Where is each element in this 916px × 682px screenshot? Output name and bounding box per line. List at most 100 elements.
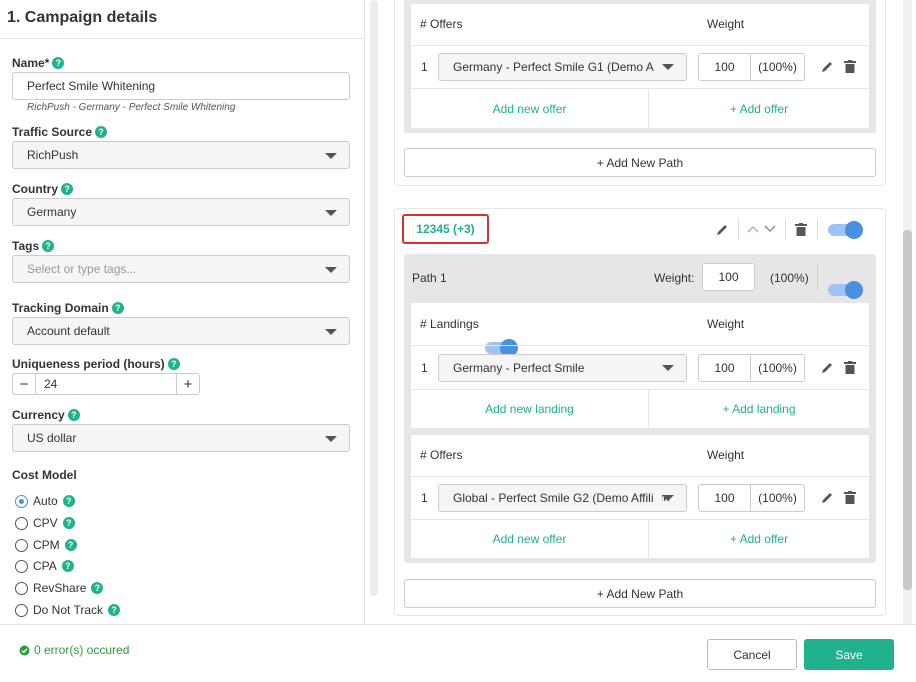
- path-label: Path 1: [412, 271, 447, 285]
- help-icon[interactable]: ?: [167, 358, 180, 370]
- path-weight-input[interactable]: 100: [702, 263, 755, 291]
- edit-icon[interactable]: [819, 489, 835, 505]
- help-icon[interactable]: ?: [62, 495, 75, 507]
- name-hint: RichPush - Germany - Perfect Smile White…: [27, 102, 236, 113]
- weight-input[interactable]: 100: [698, 484, 751, 512]
- add-offer-link[interactable]: + Add offer: [649, 89, 869, 128]
- chevron-down-icon: [325, 210, 337, 216]
- weight-percent: (100%): [751, 354, 805, 382]
- save-button[interactable]: Save: [804, 639, 894, 670]
- add-new-landing-link[interactable]: Add new landing: [411, 390, 648, 428]
- help-icon[interactable]: ?: [95, 126, 108, 138]
- chevron-down-icon: [662, 365, 674, 371]
- path-toggle[interactable]: [828, 281, 863, 299]
- radio-do-not-track[interactable]: Do Not Track ?: [15, 603, 121, 617]
- help-icon[interactable]: ?: [67, 409, 80, 421]
- help-icon[interactable]: ?: [52, 57, 65, 69]
- offer-select[interactable]: Global - Perfect Smile G2 (Demo Affiliat…: [438, 484, 687, 512]
- radio-button[interactable]: [15, 603, 28, 617]
- decrement-button[interactable]: −: [13, 374, 35, 394]
- uniqueness-stepper: − 24 +: [12, 373, 200, 395]
- help-icon[interactable]: ?: [61, 183, 73, 195]
- radio-button[interactable]: [15, 538, 28, 552]
- radio-auto[interactable]: Auto ?: [15, 494, 75, 508]
- chevron-down-icon: [662, 495, 674, 501]
- chevron-down-icon: [662, 64, 674, 70]
- right-scrollbar[interactable]: [903, 230, 912, 590]
- landings-header: # Landings: [420, 317, 479, 331]
- trash-icon[interactable]: [842, 58, 858, 74]
- tracking-domain-select[interactable]: Account default: [12, 317, 350, 345]
- divider: [738, 218, 739, 240]
- chevron-down-icon: [325, 267, 337, 273]
- help-icon[interactable]: ?: [108, 604, 121, 616]
- weight-percent: (100%): [751, 484, 805, 512]
- landing-select[interactable]: Germany - Perfect Smile: [438, 354, 687, 382]
- radio-cpm[interactable]: CPM ?: [15, 538, 77, 552]
- weight-percent: (100%): [751, 53, 805, 81]
- add-offer-link[interactable]: + Add offer: [649, 520, 869, 558]
- cost-model-label: Cost Model: [12, 468, 77, 482]
- weight-input[interactable]: 100: [698, 53, 751, 81]
- weight-header: Weight: [707, 317, 745, 331]
- error-status: 0 error(s) occured: [19, 643, 129, 657]
- trash-icon[interactable]: [842, 359, 858, 375]
- traffic-source-select[interactable]: RichPush: [12, 141, 350, 169]
- left-scrollbar[interactable]: [370, 0, 378, 596]
- weight-input[interactable]: 100: [698, 354, 751, 382]
- chevron-up-icon[interactable]: [745, 221, 761, 237]
- cancel-button[interactable]: Cancel: [707, 639, 797, 670]
- panel-title: 1. Campaign details: [7, 9, 158, 26]
- offer-select[interactable]: Germany - Perfect Smile G1 (Demo Affili: [438, 53, 687, 81]
- path-weight-percent: (100%): [770, 271, 809, 285]
- name-label: Name* ?: [12, 56, 65, 70]
- flow-name[interactable]: 12345 (+3): [402, 214, 489, 244]
- radio-button[interactable]: [15, 581, 28, 595]
- divider: [817, 264, 818, 290]
- add-new-path-button[interactable]: + Add New Path: [404, 148, 876, 177]
- trash-icon[interactable]: [793, 221, 809, 237]
- help-icon[interactable]: ?: [64, 539, 77, 551]
- tracking-domain-label: Tracking Domain ?: [12, 301, 124, 315]
- uniqueness-label: Uniqueness period (hours) ?: [12, 357, 180, 371]
- divider: [411, 345, 869, 346]
- edit-icon[interactable]: [819, 359, 835, 375]
- help-icon[interactable]: ?: [62, 517, 75, 529]
- radio-cpa[interactable]: CPA ?: [15, 559, 74, 573]
- radio-button[interactable]: [15, 559, 28, 573]
- help-icon[interactable]: ?: [91, 582, 104, 594]
- currency-select[interactable]: US dollar: [12, 424, 350, 452]
- trash-icon[interactable]: [842, 489, 858, 505]
- chevron-down-icon[interactable]: [762, 221, 778, 237]
- flow-toggle[interactable]: [828, 221, 863, 239]
- name-input[interactable]: Perfect Smile Whitening: [12, 72, 350, 100]
- chevron-down-icon: [325, 436, 337, 442]
- tags-input[interactable]: Select or type tags...: [12, 255, 350, 283]
- help-icon[interactable]: ?: [42, 240, 55, 252]
- check-circle-icon: [19, 645, 30, 655]
- add-landing-link[interactable]: + Add landing: [649, 390, 869, 428]
- add-new-offer-link[interactable]: Add new offer: [411, 89, 648, 128]
- country-select[interactable]: Germany: [12, 198, 350, 226]
- add-new-offer-link[interactable]: Add new offer: [411, 520, 648, 558]
- edit-icon[interactable]: [819, 58, 835, 74]
- help-icon[interactable]: ?: [61, 560, 74, 572]
- chevron-down-icon: [325, 153, 337, 159]
- weight-header: Weight: [707, 17, 745, 31]
- radio-button[interactable]: [15, 516, 28, 530]
- help-icon[interactable]: ?: [111, 302, 124, 314]
- uniqueness-input[interactable]: 24: [35, 374, 177, 394]
- radio-cpv[interactable]: CPV ?: [15, 516, 75, 530]
- offers-header: # Offers: [420, 17, 463, 31]
- radio-revshare[interactable]: RevShare ?: [15, 581, 104, 595]
- radio-button[interactable]: [15, 494, 28, 508]
- increment-button[interactable]: +: [177, 374, 199, 394]
- row-index: 1: [421, 60, 428, 74]
- divider: [411, 45, 869, 46]
- landings-toggle[interactable]: [485, 339, 518, 357]
- edit-icon[interactable]: [714, 221, 730, 237]
- weight-header: Weight: [707, 448, 745, 462]
- tags-label: Tags ?: [12, 239, 55, 253]
- add-new-path-button[interactable]: + Add New Path: [404, 579, 876, 608]
- country-label: Country ?: [12, 182, 73, 196]
